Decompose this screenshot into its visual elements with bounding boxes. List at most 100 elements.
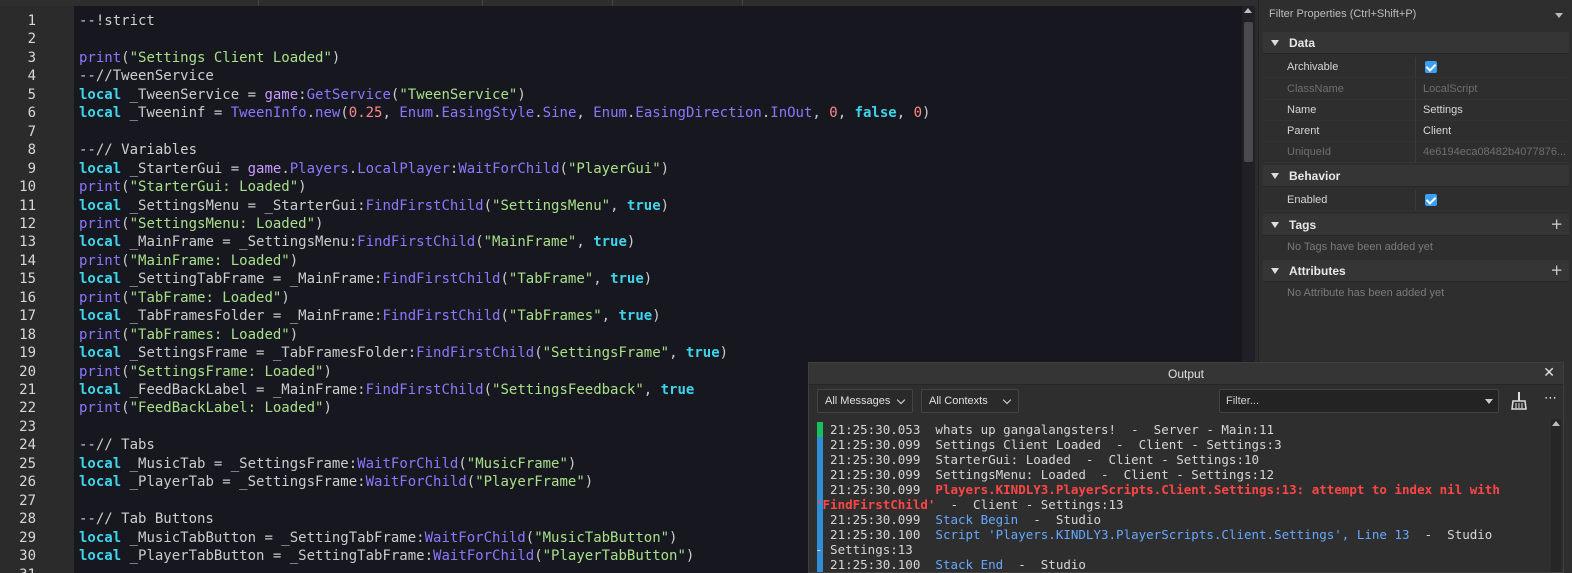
- code-line[interactable]: local _SettingTabFrame = _MainFrame:Find…: [79, 270, 652, 288]
- code-line[interactable]: print("StarterGui: Loaded"): [79, 178, 307, 196]
- output-line[interactable]: 21:25:30.099 Settings Client Loaded - Cl…: [815, 437, 1282, 452]
- more-options-icon[interactable]: ⋯: [1544, 391, 1557, 406]
- code-line[interactable]: print("TabFrames: Loaded"): [79, 326, 298, 344]
- scroll-up-icon[interactable]: [1244, 8, 1252, 13]
- output-line[interactable]: - Settings:13: [815, 542, 913, 557]
- code-token: (: [121, 216, 130, 232]
- code-line[interactable]: print("Settings Client Loaded"): [79, 49, 340, 67]
- output-line[interactable]: 'FindFirstChild' - Client - Settings:13: [815, 497, 1124, 512]
- code-line[interactable]: print("SettingsFrame: Loaded"): [79, 363, 332, 381]
- code-line[interactable]: local _StarterGui = game.Players.LocalPl…: [79, 160, 669, 178]
- code-line[interactable]: local _MusicTab = _SettingsFrame:WaitFor…: [79, 455, 576, 473]
- filter-properties-placeholder: Filter Properties (Ctrl+Shift+P): [1269, 8, 1417, 20]
- output-line[interactable]: 21:25:30.100 Stack End - Studio: [815, 557, 1086, 572]
- add-attribute-icon[interactable]: +: [1550, 261, 1563, 279]
- code-line[interactable]: local _PlayerTab = _SettingsFrame:WaitFo…: [79, 473, 593, 491]
- output-line[interactable]: 21:25:30.100 Script 'Players.KINDLY3.Pla…: [815, 527, 1492, 542]
- collapse-icon[interactable]: [1271, 222, 1279, 228]
- section-data[interactable]: Data: [1263, 32, 1569, 54]
- output-line[interactable]: 21:25:30.099 SettingsMenu: Loaded - Clie…: [815, 467, 1274, 482]
- chevron-down-icon: [1002, 395, 1012, 405]
- code-token: (: [475, 234, 484, 250]
- code-token: "MainFrame": [483, 234, 577, 250]
- scroll-up-icon[interactable]: [1552, 421, 1560, 426]
- code-token: (: [534, 345, 543, 361]
- close-icon[interactable]: ✕: [1543, 365, 1555, 381]
- property-archivable[interactable]: Archivable: [1263, 57, 1569, 78]
- collapse-icon[interactable]: [1271, 40, 1279, 46]
- code-line[interactable]: print("TabFrame: Loaded"): [79, 289, 290, 307]
- line-number: 23: [19, 419, 36, 435]
- collapse-icon[interactable]: [1271, 268, 1279, 274]
- code-token: LocalPlayer: [357, 161, 450, 177]
- code-token: print: [79, 216, 122, 232]
- property-key: Enabled: [1287, 194, 1328, 206]
- filter-properties-input[interactable]: Filter Properties (Ctrl+Shift+P): [1263, 4, 1569, 26]
- code-line[interactable]: local _Tweeninf = TweenInfo.new(0.25, En…: [79, 104, 930, 122]
- code-token: "MainFrame: Loaded": [129, 253, 290, 269]
- add-tag-icon[interactable]: +: [1550, 215, 1563, 233]
- output-titlebar[interactable]: Output ✕: [809, 363, 1563, 385]
- line-number-gutter: 1 2 3 4 5 6 7 8 9 10 11 12 13 14 15 16 17 18 19 20 21 22 23 24 2…: [0, 6, 74, 573]
- code-line[interactable]: --// Variables: [79, 141, 197, 159]
- chevron-down-icon[interactable]: [1485, 399, 1493, 404]
- output-segment: 'FindFirstChild': [815, 497, 936, 512]
- messages-filter-dropdown[interactable]: All Messages: [817, 389, 913, 413]
- scroll-thumb[interactable]: [1244, 22, 1253, 162]
- code-token: _MusicTab = _SettingsFrame:: [121, 456, 358, 472]
- output-line[interactable]: 21:25:30.099 Stack Begin - Studio: [815, 512, 1101, 527]
- enabled-checkbox[interactable]: [1425, 194, 1437, 206]
- code-line[interactable]: local _MainFrame = _SettingsMenu:FindFir…: [79, 233, 635, 251]
- line-number: 1: [27, 13, 36, 29]
- code-line[interactable]: print("SettingsMenu: Loaded"): [79, 215, 323, 233]
- section-attributes[interactable]: Attributes +: [1263, 260, 1569, 282]
- property-enabled[interactable]: Enabled: [1263, 190, 1569, 211]
- name-value[interactable]: Settings: [1423, 104, 1565, 116]
- parent-value[interactable]: Client: [1423, 125, 1565, 137]
- code-token: ,: [610, 198, 627, 214]
- output-title: Output: [1167, 367, 1205, 381]
- code-token: local: [79, 198, 122, 214]
- property-name[interactable]: Name Settings: [1263, 100, 1569, 121]
- collapse-icon[interactable]: [1271, 173, 1279, 179]
- contexts-filter-dropdown[interactable]: All Contexts: [921, 389, 1019, 413]
- code-line[interactable]: print("FeedBackLabel: Loaded"): [79, 399, 332, 417]
- code-line[interactable]: --// Tab Buttons: [79, 510, 214, 528]
- code-line[interactable]: local _SettingsMenu = _StarterGui:FindFi…: [79, 197, 669, 215]
- output-segment: Settings Client Loaded - Client - Settin…: [935, 437, 1282, 452]
- line-number: 22: [19, 400, 36, 416]
- output-line[interactable]: 21:25:30.099 Players.KINDLY3.PlayerScrip…: [815, 482, 1500, 497]
- code-token: (: [500, 271, 509, 287]
- output-segment: - Studio: [1409, 527, 1493, 542]
- section-attributes-label: Attributes: [1289, 264, 1346, 278]
- code-token: "MusicTabButton": [534, 530, 670, 546]
- code-token: "PlayerTabButton": [542, 548, 686, 564]
- code-token: ,: [837, 105, 855, 121]
- output-log[interactable]: 21:25:30.053 whats up gangalangsters! - …: [809, 419, 1551, 573]
- output-line[interactable]: 21:25:30.099 StarterGui: Loaded - Client…: [815, 452, 1259, 467]
- code-token: .: [281, 161, 290, 177]
- section-tags[interactable]: Tags +: [1263, 214, 1569, 236]
- code-line[interactable]: --//TweenService: [79, 67, 214, 85]
- section-behavior[interactable]: Behavior: [1263, 165, 1569, 187]
- code-token: (: [559, 161, 568, 177]
- code-line[interactable]: --!strict: [79, 12, 155, 30]
- code-line[interactable]: local _SettingsFrame = _TabFramesFolder:…: [79, 344, 728, 362]
- code-line[interactable]: local _PlayerTabButton = _SettingTabFram…: [79, 547, 694, 565]
- code-line[interactable]: local _FeedBackLabel = _MainFrame:FindFi…: [79, 381, 694, 399]
- chevron-down-icon[interactable]: [1555, 13, 1563, 18]
- output-line[interactable]: 21:25:30.053 whats up gangalangsters! - …: [815, 422, 1274, 437]
- code-token: local: [79, 87, 122, 103]
- archivable-checkbox[interactable]: [1425, 61, 1437, 73]
- property-parent[interactable]: Parent Client: [1263, 121, 1569, 142]
- clear-output-icon[interactable]: [1509, 391, 1529, 411]
- output-filter-input[interactable]: [1219, 389, 1499, 413]
- code-line[interactable]: local _TabFramesFolder = _MainFrame:Find…: [79, 307, 661, 325]
- code-line[interactable]: local _MusicTabButton = _SettingTabFrame…: [79, 529, 677, 547]
- code-line[interactable]: print("MainFrame: Loaded"): [79, 252, 298, 270]
- line-number: 16: [19, 290, 36, 306]
- code-token: true: [660, 382, 695, 398]
- code-line[interactable]: --// Tabs: [79, 436, 155, 454]
- output-scrollbar[interactable]: [1551, 419, 1561, 572]
- code-line[interactable]: local _TweenService = game:GetService("T…: [79, 86, 526, 104]
